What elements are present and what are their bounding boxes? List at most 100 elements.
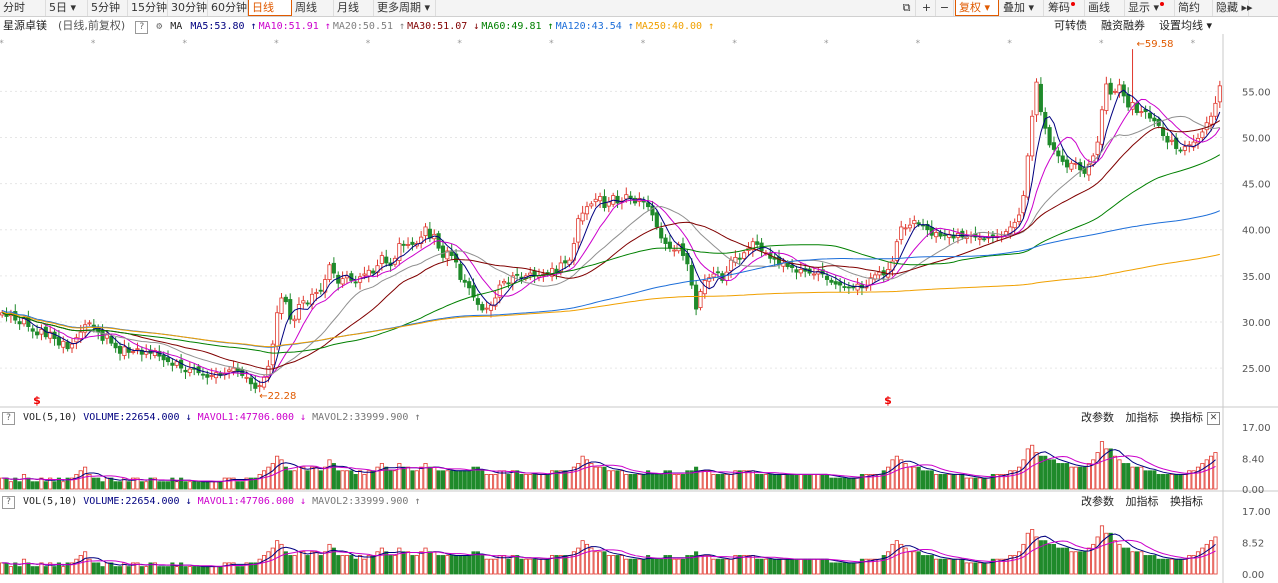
volume-tick-label: 0.00 xyxy=(1242,485,1264,496)
volume-bar xyxy=(807,558,812,575)
volume-bar xyxy=(886,551,891,575)
candle-body xyxy=(488,304,494,311)
candle-body xyxy=(379,255,384,264)
candle-body xyxy=(122,346,127,356)
volume-bar xyxy=(545,474,550,490)
close-pane-1-icon[interactable]: ✕ xyxy=(1207,412,1220,425)
volume-bar xyxy=(401,466,406,490)
volume-bar xyxy=(820,474,825,490)
candle-body xyxy=(1003,231,1009,236)
event-flag: * xyxy=(1099,39,1104,49)
volume-bar xyxy=(785,558,790,575)
volume-bar xyxy=(580,455,585,490)
volume-bar xyxy=(222,477,227,490)
volume-bar xyxy=(1134,551,1139,575)
candle-body xyxy=(353,281,358,284)
switch-indicator-link[interactable]: 换指标 xyxy=(1170,495,1203,508)
candle-body xyxy=(698,291,703,308)
switch-indicator-link[interactable]: 换指标 xyxy=(1170,411,1203,424)
volume-bar xyxy=(192,481,197,490)
volume-bar xyxy=(672,558,677,575)
volume-bar xyxy=(820,558,825,575)
volume-bar xyxy=(1174,474,1179,490)
volume-bar xyxy=(419,551,424,575)
event-flag: * xyxy=(91,39,96,49)
volume-bar xyxy=(218,566,223,575)
volume-bar xyxy=(506,558,511,575)
volume-value: VOLUME:22654.000 xyxy=(83,412,180,423)
help-icon[interactable]: ? xyxy=(2,412,15,425)
volume-bar xyxy=(288,555,293,575)
volume-bar xyxy=(567,470,572,490)
volume-bar xyxy=(632,558,638,575)
candle-body xyxy=(1065,159,1070,168)
volume-bar xyxy=(13,477,18,490)
candle-body xyxy=(327,264,332,280)
ma60-line xyxy=(2,154,1221,354)
help-icon[interactable]: ? xyxy=(2,496,15,509)
candle-body xyxy=(829,279,834,283)
volume-bar xyxy=(0,562,5,575)
price-extreme-label: ←59.58 xyxy=(1137,39,1174,50)
candle-body xyxy=(240,368,245,376)
volume-bar xyxy=(327,543,332,575)
volume-bar xyxy=(43,481,48,490)
volume-bar xyxy=(1021,459,1026,490)
volume-bar xyxy=(218,481,223,490)
candle-body xyxy=(615,195,620,204)
volume-bar xyxy=(1051,543,1057,575)
volume-bar xyxy=(26,562,31,575)
candle-body xyxy=(371,270,376,274)
candle-body xyxy=(440,245,446,258)
candle-body xyxy=(1108,82,1113,95)
volume-bar xyxy=(1182,474,1187,490)
volume-bar xyxy=(371,555,376,575)
volume-bar xyxy=(213,566,219,575)
volume-bar xyxy=(589,547,594,575)
volume-bar xyxy=(982,562,987,575)
volume-bar xyxy=(715,474,720,490)
candle-body xyxy=(755,241,760,245)
mavol1-arrow: ↓ xyxy=(300,412,307,423)
candle-body xyxy=(606,201,611,207)
candle-body xyxy=(790,264,795,268)
volume-bar xyxy=(602,466,607,490)
volume-tick-label: 8.40 xyxy=(1242,454,1264,465)
y-tick-label: 35.00 xyxy=(1242,272,1271,283)
add-indicator-link[interactable]: 加指标 xyxy=(1126,495,1159,508)
candle-body xyxy=(1204,122,1209,131)
volume-bar xyxy=(659,558,664,575)
volume-bar xyxy=(26,477,31,490)
volume-bar xyxy=(261,470,267,490)
candle-body xyxy=(785,262,790,268)
candle-body xyxy=(689,264,694,286)
volume-bar xyxy=(266,466,271,490)
volume-bar xyxy=(410,470,415,490)
candle-body xyxy=(340,278,345,285)
add-indicator-link[interactable]: 加指标 xyxy=(1126,411,1159,424)
volume-bar xyxy=(947,558,952,575)
volume-bar xyxy=(196,566,201,575)
candle-body xyxy=(244,376,249,379)
volume-bar xyxy=(947,474,952,490)
volume-bar xyxy=(742,555,747,575)
volume-bar xyxy=(763,558,768,575)
candle-body xyxy=(257,385,262,388)
volume-bar xyxy=(436,470,441,490)
volume-bar xyxy=(968,562,974,575)
volume-bar xyxy=(803,474,808,490)
volume-bar xyxy=(694,466,699,490)
volume-bar xyxy=(855,477,860,490)
volume-bar xyxy=(353,558,358,575)
volume-bar xyxy=(1056,547,1061,575)
change-params-link[interactable]: 改参数 xyxy=(1081,411,1114,424)
volume-bar xyxy=(519,558,524,575)
volume-bar xyxy=(536,558,542,575)
volume-bar xyxy=(91,477,96,490)
candle-body xyxy=(205,374,210,378)
volume-bar xyxy=(336,555,341,575)
volume-bar xyxy=(807,474,812,490)
candle-body xyxy=(384,256,389,264)
change-params-link[interactable]: 改参数 xyxy=(1081,495,1114,508)
volume-bar xyxy=(615,555,620,575)
